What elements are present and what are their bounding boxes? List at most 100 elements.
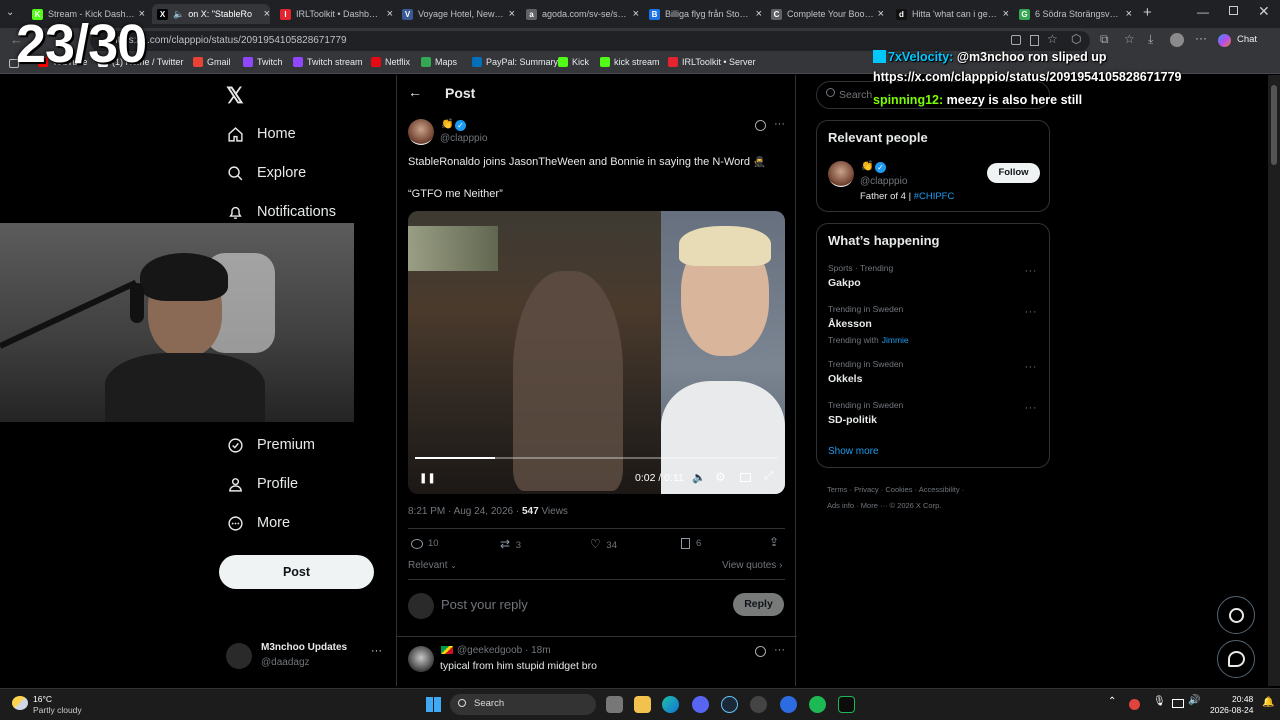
trend-more-icon[interactable]: ··· (1025, 361, 1038, 373)
tab-close-icon[interactable]: × (1003, 8, 1009, 20)
tab-list-chevron-icon[interactable]: ⌄ (6, 7, 14, 18)
browser-tab[interactable]: X 🔈 on X: "StableRo × (152, 4, 270, 24)
app-icon[interactable] (750, 696, 767, 713)
reply-count-button[interactable]: 10 (411, 538, 439, 549)
browser-tab[interactable]: C Complete Your Booking × (766, 4, 884, 24)
trend-more-icon[interactable]: ··· (1025, 265, 1038, 277)
minimize-icon[interactable]: — (1197, 5, 1209, 19)
comment-handle[interactable]: @geekedgoob (457, 645, 522, 656)
pause-icon[interactable]: ❚❚ (419, 473, 436, 484)
trend-item[interactable]: Trending in Sweden SD-politik (828, 400, 1018, 426)
copilot-icon[interactable] (1218, 34, 1231, 47)
person-bio-hashtag[interactable]: #CHIPFC (914, 191, 955, 202)
like-count-button[interactable]: ♡ 34 (590, 537, 617, 551)
view-quotes-link[interactable]: View quotes › (722, 560, 782, 571)
split-view-icon[interactable] (1011, 35, 1021, 45)
sidebar-item-more[interactable]: More (226, 514, 290, 532)
tab-close-icon[interactable]: × (264, 8, 270, 20)
browser-tab[interactable]: B Billiga flyg från Stockho × (644, 4, 762, 24)
start-button-icon[interactable] (426, 697, 441, 712)
page-scrollbar-thumb[interactable] (1271, 85, 1277, 165)
bookmark-item[interactable]: Twitch (243, 57, 283, 67)
microphone-icon[interactable]: 🎙 (1153, 696, 1166, 707)
tab-close-icon[interactable]: × (1126, 8, 1132, 20)
trend-item[interactable]: Trending in Sweden Okkels (828, 359, 1018, 385)
game-launcher-icon[interactable] (780, 696, 797, 713)
repost-count-button[interactable]: ⇄ 3 (500, 537, 521, 551)
picture-in-picture-icon[interactable] (740, 473, 751, 482)
footer-terms[interactable]: Terms (827, 485, 847, 494)
download-icon[interactable]: ⤓ (1148, 32, 1153, 47)
bookmark-item[interactable]: Twitch stream (293, 57, 363, 67)
trend-extra-link[interactable]: Jimmie (882, 335, 909, 345)
browser-tab[interactable]: I IRLToolkit • Dashboard × (275, 4, 393, 24)
bookmark-count-button[interactable]: 6 (681, 538, 701, 549)
video-player[interactable]: ❚❚ 0:02 / 0:11 🔈 ⚙ ⤢ (408, 211, 785, 494)
sidebar-item-profile[interactable]: Profile (226, 475, 298, 493)
bookmark-item[interactable]: PayPal: Summary (472, 57, 558, 67)
terminal-icon[interactable] (838, 696, 855, 713)
tab-close-icon[interactable]: × (633, 8, 639, 20)
account-more-icon[interactable]: ··· (371, 645, 382, 657)
follow-button[interactable]: Follow (987, 163, 1040, 183)
tray-app-icon[interactable] (1129, 699, 1140, 710)
account-switcher[interactable]: M3nchoo Updates @daadagz ··· (226, 641, 386, 671)
x-logo-icon[interactable]: 𝕏 (226, 83, 244, 109)
clock-time[interactable]: 20:48 (1232, 694, 1253, 704)
reader-icon[interactable] (1030, 35, 1039, 46)
collections-icon[interactable]: ☆ (1124, 32, 1135, 46)
bookmark-item[interactable]: kick stream (600, 57, 660, 67)
bookmark-item[interactable]: Maps (421, 57, 457, 67)
tab-close-icon[interactable]: × (387, 8, 393, 20)
footer-accessibility[interactable]: Accessibility (919, 485, 960, 494)
messages-float-button[interactable] (1217, 640, 1255, 678)
footer-cookies[interactable]: Cookies (885, 485, 912, 494)
browser-tab[interactable]: G 6 Södra Storängsvägen × (1014, 4, 1132, 24)
restore-icon[interactable] (1229, 6, 1238, 15)
sidebar-item-explore[interactable]: Explore (226, 164, 306, 182)
copilot-chat-label[interactable]: Chat (1237, 34, 1257, 45)
display-icon[interactable] (1172, 699, 1184, 708)
bookmark-item[interactable]: Gmail (193, 57, 231, 67)
clock-date[interactable]: 2026-08-24 (1210, 705, 1253, 715)
reply-input[interactable]: Post your reply (441, 597, 721, 612)
settings-gear-icon[interactable]: ⚙ (715, 470, 726, 484)
bookmark-item[interactable]: IRLToolkit • Server (668, 57, 756, 67)
trend-item[interactable]: Sports · Trending Gakpo (828, 263, 1018, 289)
browser-tab[interactable]: a agoda.com/sv-se/searc × (521, 4, 639, 24)
steam-icon[interactable] (721, 696, 738, 713)
bookmark-item[interactable]: Kick (558, 57, 589, 67)
tab-close-icon[interactable]: × (756, 8, 762, 20)
volume-icon[interactable]: 🔈 (692, 471, 706, 484)
reply-button[interactable]: Reply (733, 593, 784, 616)
author-avatar[interactable] (408, 119, 434, 145)
compose-post-button[interactable]: Post (219, 555, 374, 589)
person-handle[interactable]: @clapppio (860, 176, 907, 187)
trend-item[interactable]: Trending in Sweden Åkesson Trending with Ji… (828, 304, 1018, 345)
browser-tab[interactable]: d Hitta 'what can i get in × (891, 4, 1009, 24)
browser-menu-icon[interactable]: ··· (1195, 31, 1207, 45)
weather-icon[interactable] (12, 696, 28, 710)
browser-tab[interactable]: V Voyage Hotel, New York × (397, 4, 515, 24)
tray-chevron-icon[interactable]: ⌃ (1108, 696, 1116, 707)
discord-icon[interactable] (692, 696, 709, 713)
weather-temp[interactable]: 16°C (33, 694, 52, 704)
footer-ads-info[interactable]: Ads info (827, 501, 854, 510)
bookmark-item[interactable]: Netflix (371, 57, 410, 67)
show-more-link[interactable]: Show more (828, 446, 879, 457)
footer-more[interactable]: More ··· (861, 501, 888, 510)
extensions-icon[interactable]: ⬡ (1071, 32, 1081, 46)
grok-float-button[interactable] (1217, 596, 1255, 634)
video-progress-track[interactable] (415, 457, 778, 459)
author-handle[interactable]: @clapppio (440, 133, 487, 144)
task-view-icon[interactable] (606, 696, 623, 713)
tab-close-icon[interactable]: × (509, 8, 515, 20)
tab-audio-icon[interactable]: 🔈 (173, 9, 184, 20)
comment-avatar[interactable] (408, 646, 434, 672)
tab-actions-icon[interactable]: ⧉ (1100, 32, 1109, 47)
comment-more-icon[interactable]: ··· (774, 644, 785, 656)
sidebar-item-notifications[interactable]: Notifications (226, 203, 336, 221)
trend-more-icon[interactable]: ··· (1025, 306, 1038, 318)
file-explorer-icon[interactable] (634, 696, 651, 713)
speaker-icon[interactable]: 🔊 (1188, 695, 1200, 706)
